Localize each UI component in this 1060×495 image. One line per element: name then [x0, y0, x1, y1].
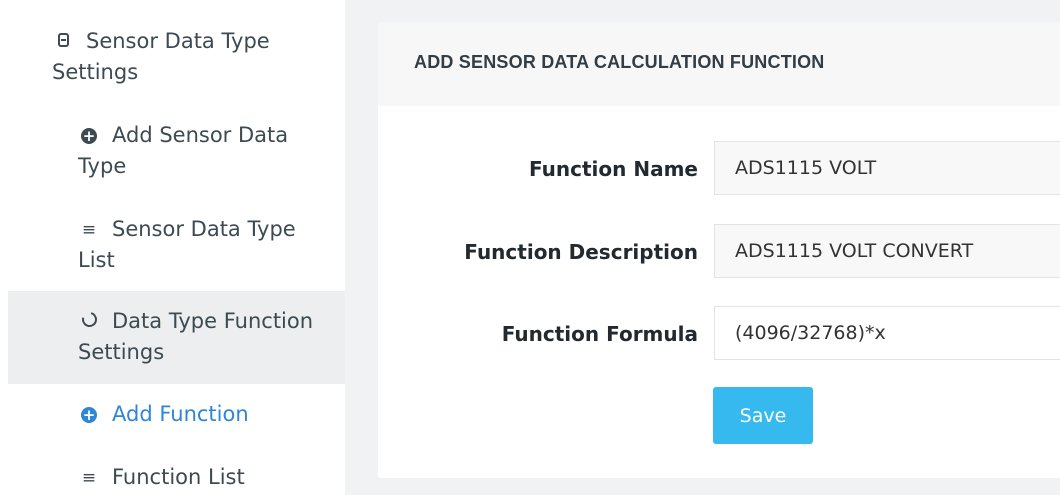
function-formula-input[interactable]	[714, 306, 1060, 360]
card-header: ADD SENSOR DATA CALCULATION FUNCTION	[378, 22, 1060, 106]
sidebar-item-label: Add Function	[112, 402, 249, 426]
list-icon: ≡	[81, 220, 97, 240]
function-name-input[interactable]	[714, 141, 1060, 195]
refresh-icon	[78, 307, 100, 337]
plus-circle-icon: +	[81, 406, 97, 424]
sidebar-item-label: Add Sensor Data Type	[78, 123, 289, 178]
sidebar-item-label: Sensor Data Type List	[78, 217, 296, 272]
function-description-label: Function Description	[464, 240, 698, 264]
sidebar-item-label: Data Type Function Settings	[78, 309, 314, 364]
function-description-input[interactable]	[714, 224, 1060, 278]
sidebar-item-sensor-data-type-list[interactable]: ≡ Sensor Data Type List	[78, 214, 328, 275]
sidebar: Sensor Data Type Settings + Add Sensor Da…	[0, 0, 345, 495]
function-formula-label: Function Formula	[501, 322, 698, 346]
function-name-label: Function Name	[529, 157, 698, 181]
sidebar-item-label: Function List	[112, 465, 245, 489]
add-function-card: ADD SENSOR DATA CALCULATION FUNCTION Fun…	[378, 22, 1060, 478]
sidebar-item-sensor-data-type-settings[interactable]: Sensor Data Type Settings	[52, 26, 342, 87]
plus-circle-icon: +	[81, 127, 97, 145]
sidebar-item-function-list[interactable]: ≡ Function List	[78, 462, 338, 493]
save-button[interactable]: Save	[713, 387, 813, 444]
sidebar-item-add-function[interactable]: + Add Function	[78, 399, 338, 430]
card-title: ADD SENSOR DATA CALCULATION FUNCTION	[414, 52, 825, 72]
sidebar-item-data-type-function-settings[interactable]: Data Type Function Settings	[8, 291, 345, 384]
list-icon: ≡	[81, 468, 97, 488]
sidebar-item-label: Sensor Data Type Settings	[52, 29, 270, 84]
sidebar-item-add-sensor-data-type[interactable]: + Add Sensor Data Type	[78, 120, 328, 181]
database-icon	[52, 27, 74, 57]
